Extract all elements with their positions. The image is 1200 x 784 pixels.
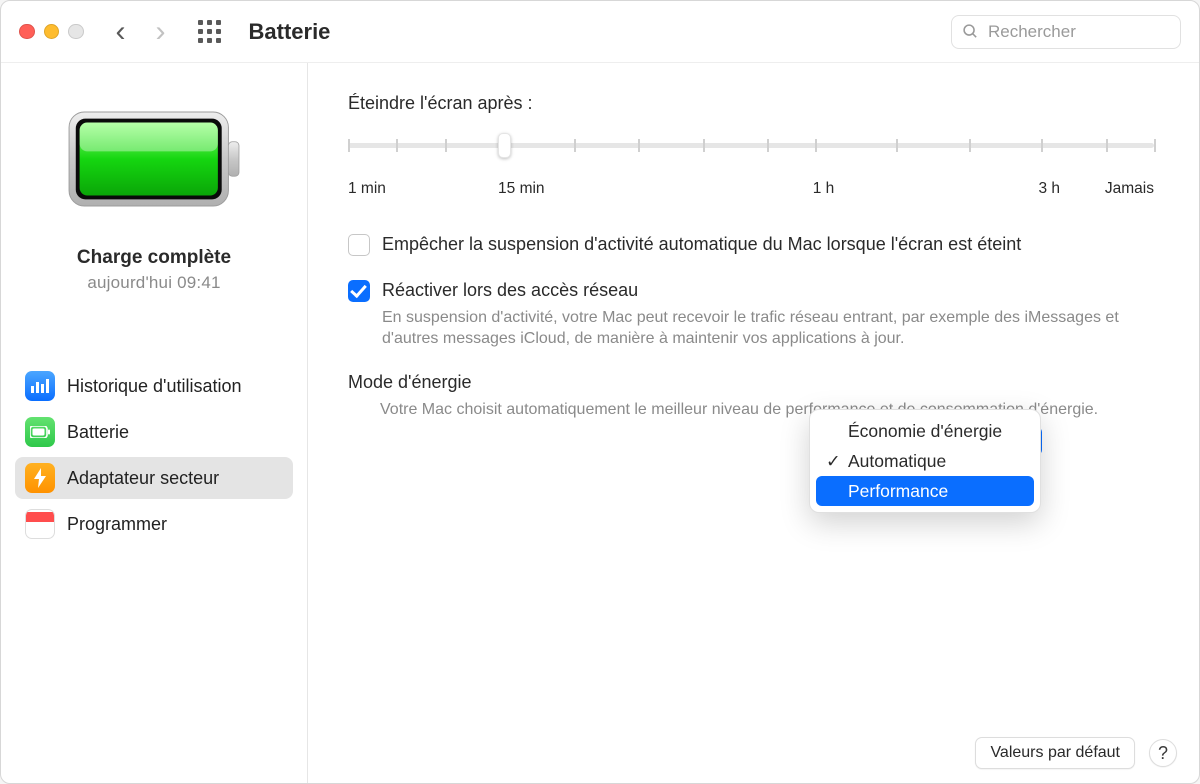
battery-status-subtitle: aujourd'hui 09:41 (87, 273, 220, 293)
energy-mode-option-performance[interactable]: Performance (816, 476, 1034, 506)
bolt-icon (25, 463, 55, 493)
calendar-icon (25, 509, 55, 539)
slider-tick-labels: 1 min 15 min 1 h 3 h Jamais (348, 180, 1154, 202)
sidebar-item-label: Programmer (67, 514, 167, 535)
dropdown-option-label: Automatique (848, 451, 946, 472)
toolbar: ‹ › Batterie (1, 1, 1199, 63)
sidebar-list: Historique d'utilisation Batterie Adapta… (15, 365, 293, 545)
sidebar-item-label: Adaptateur secteur (67, 468, 219, 489)
energy-mode-dropdown[interactable]: Économie d'énergie ✓ Automatique Perform… (809, 409, 1041, 513)
show-all-prefs-button[interactable] (198, 20, 221, 43)
sidebar-item-label: Historique d'utilisation (67, 376, 242, 397)
forward-button: › (156, 17, 166, 47)
battery-status-title: Charge complète (77, 247, 231, 269)
battery-illustration (67, 111, 242, 207)
sidebar: Charge complète aujourd'hui 09:41 Histor… (1, 63, 308, 783)
help-button[interactable]: ? (1149, 739, 1177, 767)
main-content: Éteindre l'écran après : (308, 63, 1199, 783)
energy-mode-option-low-power[interactable]: Économie d'énergie (816, 416, 1034, 446)
minimize-window-button[interactable] (44, 24, 60, 40)
sidebar-item-schedule[interactable]: Programmer (15, 503, 293, 545)
back-button[interactable]: ‹ (116, 17, 126, 47)
sidebar-item-label: Batterie (67, 422, 129, 443)
prevent-sleep-label: Empêcher la suspension d'activité automa… (382, 232, 1021, 256)
nav-buttons: ‹ › (116, 17, 166, 47)
footer: Valeurs par défaut ? (975, 737, 1177, 769)
prevent-sleep-checkbox[interactable] (348, 234, 370, 256)
window-controls (19, 24, 84, 40)
battery-icon (25, 417, 55, 447)
preferences-window: ‹ › Batterie (0, 0, 1200, 784)
close-window-button[interactable] (19, 24, 35, 40)
search-icon (962, 23, 979, 40)
wake-network-description: En suspension d'activité, votre Mac peut… (382, 307, 1159, 350)
dropdown-option-label: Performance (848, 481, 948, 502)
energy-mode-option-automatic[interactable]: ✓ Automatique (816, 446, 1034, 476)
restore-defaults-button[interactable]: Valeurs par défaut (975, 737, 1135, 769)
energy-mode-label: Mode d'énergie (348, 372, 472, 393)
slider-thumb[interactable] (498, 133, 511, 158)
checkmark-icon: ✓ (826, 451, 840, 472)
usage-history-icon (25, 371, 55, 401)
wake-network-checkbox[interactable] (348, 280, 370, 302)
sidebar-item-battery[interactable]: Batterie (15, 411, 293, 453)
wake-network-label: Réactiver lors des accès réseau (382, 278, 1159, 302)
sidebar-item-power-adapter[interactable]: Adaptateur secteur (15, 457, 293, 499)
search-input[interactable] (951, 15, 1181, 49)
window-title: Batterie (249, 19, 331, 45)
zoom-window-button (68, 24, 84, 40)
sidebar-item-usage-history[interactable]: Historique d'utilisation (15, 365, 293, 407)
display-off-slider[interactable] (348, 128, 1154, 172)
dropdown-option-label: Économie d'énergie (848, 421, 1002, 442)
display-off-label: Éteindre l'écran après : (348, 93, 1159, 114)
search-field[interactable] (951, 15, 1181, 49)
